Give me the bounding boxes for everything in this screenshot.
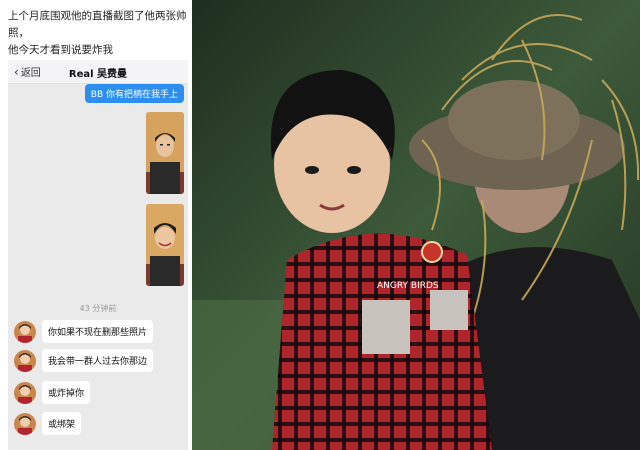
incoming-message-row: 你如果不现在删那些照片 (14, 320, 154, 343)
outgoing-message[interactable]: BB 你有把柄在我手上 (84, 84, 184, 103)
caption-line-1: 上个月底围观他的直播截图了他两张帅照， (8, 10, 187, 39)
avatar[interactable] (14, 320, 36, 343)
photo-boy-and-man: ANGRY BIRDS (192, 0, 640, 450)
chat-area[interactable]: BB 你有把柄在我手上 43 分钟前 你如果不现在删那些照片 我会带一群人过去你… (8, 84, 188, 450)
selfie-thumbnail-2 (146, 204, 184, 286)
caption-line-2: 他今天才看到说要炸我 (8, 44, 113, 56)
photo-message-2[interactable] (146, 204, 184, 286)
message-timestamp: 43 分钟前 (79, 304, 117, 313)
chat-title: Real 吴费曼 (68, 69, 128, 80)
incoming-message[interactable]: 或绑架 (42, 412, 82, 435)
photo-illustration: ANGRY BIRDS (192, 0, 640, 450)
avatar[interactable] (14, 412, 36, 435)
photo-message-1[interactable] (146, 112, 184, 194)
avatar[interactable] (14, 381, 36, 404)
selfie-thumbnail-1 (146, 112, 184, 194)
incoming-message[interactable]: 或炸掉你 (42, 381, 91, 404)
shirt-badge-text: ANGRY BIRDS (377, 281, 439, 291)
incoming-message-row: 或炸掉你 (14, 381, 91, 404)
caption-text: 上个月底围观他的直播截图了他两张帅照， 他今天才看到说要炸我 (8, 8, 188, 59)
incoming-message-row: 或绑架 (14, 412, 82, 435)
avatar[interactable] (14, 349, 36, 372)
incoming-message[interactable]: 我会带一群人过去你那边 (42, 349, 154, 372)
chat-navbar: ‹ 返回 Real 吴费曼 (8, 60, 188, 84)
incoming-message[interactable]: 你如果不现在删那些照片 (42, 320, 154, 343)
incoming-message-row: 我会带一群人过去你那边 (14, 349, 154, 372)
chat-screenshot-panel: 上个月底围观他的直播截图了他两张帅照， 他今天才看到说要炸我 ‹ 返回 Real… (0, 0, 192, 450)
